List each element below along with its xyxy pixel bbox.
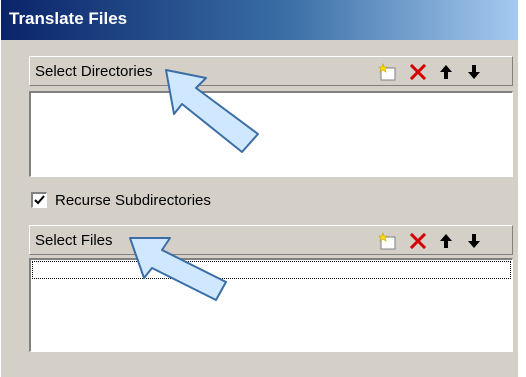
move-down-icon [468,64,480,79]
files-header: Select Files [29,225,513,255]
move-down-icon [468,233,480,248]
new-item-icon [378,231,396,249]
move-directory-down-button[interactable] [462,60,486,83]
callout-arrow-directories [165,69,259,153]
move-file-down-button[interactable] [462,229,486,252]
directories-header: Select Directories [29,56,513,86]
recurse-subdirectories-option[interactable]: Recurse Subdirectories [31,190,211,210]
recurse-checkbox[interactable] [31,192,47,208]
directories-list[interactable] [29,91,513,177]
delete-icon [409,232,427,249]
files-list[interactable] [29,258,513,352]
move-up-icon [440,64,452,79]
title-bar: Translate Files [1,0,519,40]
files-list-focus-row[interactable] [32,261,511,279]
new-file-button[interactable] [376,229,400,252]
delete-icon [409,63,427,80]
recurse-checkbox-label: Recurse Subdirectories [55,191,211,209]
delete-directory-button[interactable] [406,60,430,83]
window-right-edge [518,0,526,377]
checkmark-icon [34,195,45,205]
files-header-label: Select Files [35,232,113,249]
delete-file-button[interactable] [406,229,430,252]
callout-arrow-files [129,237,227,301]
move-directory-up-button[interactable] [434,60,458,83]
directories-header-label: Select Directories [35,63,153,80]
new-directory-button[interactable] [376,60,400,83]
move-up-icon [440,233,452,248]
new-item-icon [378,62,396,80]
translate-files-dialog: Translate Files Select Directories Recur… [0,0,519,377]
move-file-up-button[interactable] [434,229,458,252]
window-title: Translate Files [9,9,128,28]
